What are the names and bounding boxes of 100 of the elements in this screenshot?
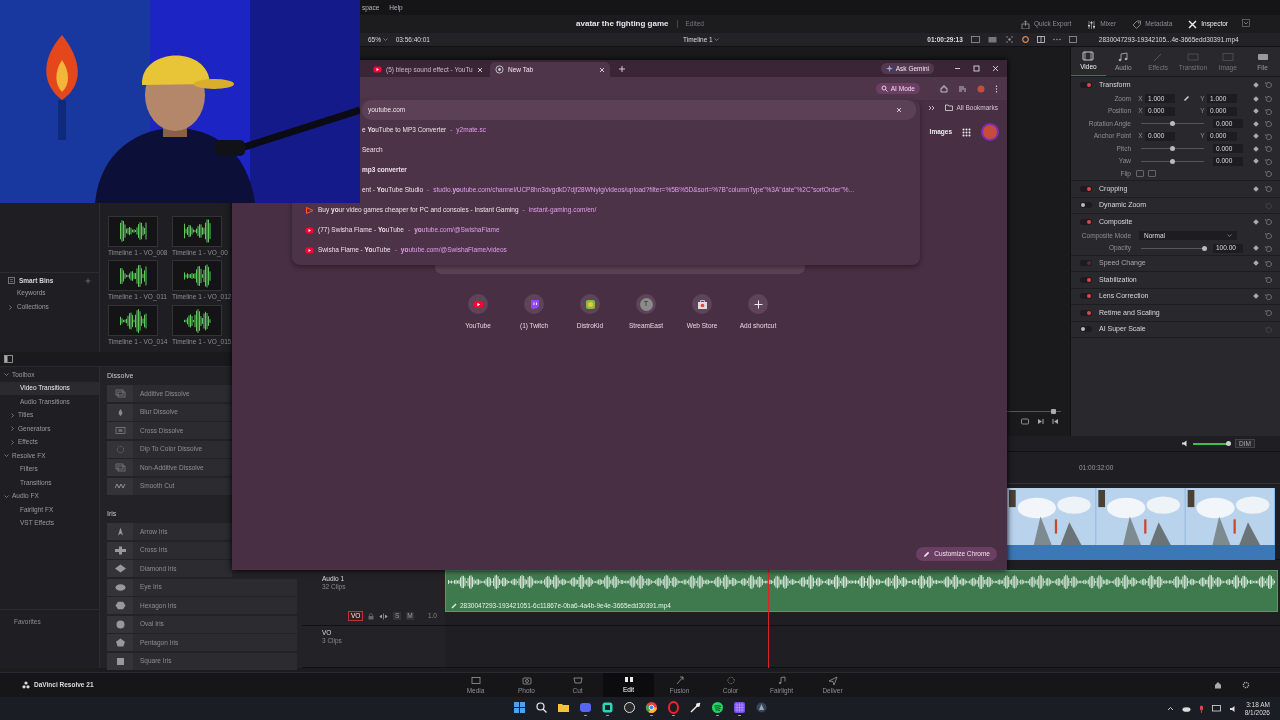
search-icon[interactable] — [534, 700, 548, 714]
reset-icon[interactable] — [1265, 292, 1272, 300]
steam-icon[interactable] — [688, 700, 702, 714]
section-toggle[interactable] — [1080, 276, 1092, 283]
reset-icon[interactable] — [1265, 132, 1272, 140]
volume-slider-fill[interactable] — [1193, 442, 1230, 445]
next-frame-icon[interactable] — [1037, 417, 1044, 425]
image-icon[interactable] — [1068, 36, 1077, 43]
reset-icon[interactable] — [1265, 95, 1272, 103]
keyframe-icon[interactable] — [1253, 81, 1259, 88]
keyframe-icon[interactable] — [1253, 293, 1259, 300]
reset-icon[interactable] — [1265, 107, 1272, 115]
spotify-icon[interactable] — [710, 700, 724, 714]
more-icon[interactable] — [1052, 38, 1061, 41]
close-icon[interactable] — [599, 66, 605, 73]
reset-icon[interactable] — [1265, 232, 1272, 240]
browser-icon[interactable] — [644, 700, 658, 714]
new-tab-icon[interactable] — [618, 65, 626, 73]
reset-icon[interactable] — [1265, 145, 1272, 153]
project-title: avatar the fighting game — [576, 19, 669, 29]
app-icon[interactable] — [600, 700, 614, 714]
close-icon[interactable] — [992, 65, 999, 72]
clear-icon[interactable] — [896, 107, 902, 113]
reset-icon[interactable] — [1265, 185, 1272, 193]
extensions-icon[interactable] — [940, 84, 948, 93]
reset-icon[interactable] — [1265, 120, 1272, 128]
section-toggle[interactable] — [1080, 218, 1092, 225]
section-toggle[interactable] — [1080, 293, 1092, 300]
speaker-icon[interactable] — [1228, 704, 1237, 713]
app-icon[interactable] — [754, 700, 768, 714]
waveform-drawing — [182, 307, 212, 334]
viewer-size-icon[interactable] — [970, 36, 980, 43]
keyframe-icon[interactable] — [1253, 95, 1259, 102]
chevron-right-double-icon[interactable] — [928, 105, 936, 111]
reset-icon[interactable] — [1265, 259, 1272, 267]
transform-icon[interactable] — [1004, 36, 1014, 43]
lock-icon[interactable] — [368, 612, 375, 620]
reset-icon[interactable] — [1265, 218, 1272, 226]
section-toggle[interactable] — [1080, 81, 1092, 88]
volume-handle[interactable] — [1226, 440, 1232, 446]
youtube-icon — [472, 298, 484, 310]
link-icon[interactable] — [1183, 95, 1190, 103]
record-icon[interactable] — [622, 700, 636, 714]
keyframe-icon[interactable] — [1253, 120, 1259, 127]
cloud-icon[interactable] — [1181, 705, 1191, 712]
keyframe-icon[interactable] — [1253, 133, 1259, 140]
media-page-icon — [470, 675, 481, 685]
scrubber-handle[interactable] — [1050, 408, 1056, 414]
keyframe-icon[interactable] — [1253, 218, 1259, 225]
color-wheel-icon[interactable] — [1021, 36, 1029, 43]
account-avatar[interactable] — [981, 123, 999, 141]
chat-bubble-icon[interactable] — [578, 700, 592, 714]
section-toggle[interactable] — [1080, 202, 1092, 209]
reset-icon[interactable] — [1265, 309, 1272, 317]
close-icon[interactable] — [477, 66, 483, 73]
auto-select-icon[interactable] — [379, 612, 389, 620]
clip-icon[interactable] — [987, 36, 997, 43]
slider-handle[interactable] — [1170, 158, 1175, 164]
keyframe-icon[interactable] — [1253, 245, 1259, 252]
monitor-icon[interactable] — [1211, 704, 1221, 713]
reset-icon[interactable] — [1265, 157, 1272, 165]
flip-vertical-button[interactable] — [1148, 170, 1156, 178]
apps-grid-icon[interactable] — [962, 127, 971, 137]
ring-icon[interactable] — [666, 700, 680, 714]
slider-handle[interactable] — [1201, 245, 1207, 251]
reset-icon[interactable] — [1265, 244, 1272, 252]
keyframe-icon[interactable] — [1253, 260, 1259, 267]
minimize-icon[interactable] — [954, 65, 961, 72]
image-icon — [1221, 51, 1234, 62]
panel-toggle-icon[interactable] — [4, 355, 13, 363]
section-toggle[interactable] — [1080, 326, 1092, 333]
windows-icon[interactable] — [512, 700, 526, 714]
keyframe-icon[interactable] — [1253, 158, 1259, 165]
keyframe-icon[interactable] — [1253, 185, 1259, 192]
reset-icon[interactable] — [1265, 81, 1272, 89]
slider-handle[interactable] — [1170, 146, 1175, 152]
settings-icon[interactable] — [1242, 681, 1250, 689]
speaker-icon[interactable] — [1181, 440, 1190, 447]
grid-icon[interactable] — [732, 700, 746, 714]
reset-icon[interactable] — [1265, 276, 1272, 284]
reset-icon[interactable] — [1265, 170, 1272, 178]
media-controls-icon[interactable] — [958, 84, 967, 93]
section-toggle[interactable] — [1080, 185, 1092, 192]
menu-icon[interactable] — [995, 84, 998, 93]
maximize-icon[interactable] — [973, 65, 980, 72]
previous-frame-icon[interactable] — [1052, 417, 1059, 425]
slider-handle[interactable] — [1170, 121, 1175, 127]
edit-page-icon — [623, 675, 634, 685]
loop-icon[interactable] — [1021, 417, 1029, 425]
chevron-up-icon[interactable] — [1166, 706, 1174, 711]
link-icon — [451, 603, 457, 610]
section-toggle[interactable] — [1080, 309, 1092, 316]
keyframe-icon[interactable] — [1253, 108, 1259, 115]
split-view-icon[interactable] — [1036, 36, 1045, 43]
flip-horizontal-button[interactable] — [1136, 170, 1144, 178]
microphone-icon[interactable] — [1198, 704, 1204, 713]
section-toggle[interactable] — [1080, 260, 1092, 267]
video-clip[interactable] — [1007, 488, 1275, 560]
home-icon[interactable] — [1214, 681, 1222, 689]
keyframe-icon[interactable] — [1253, 145, 1259, 152]
